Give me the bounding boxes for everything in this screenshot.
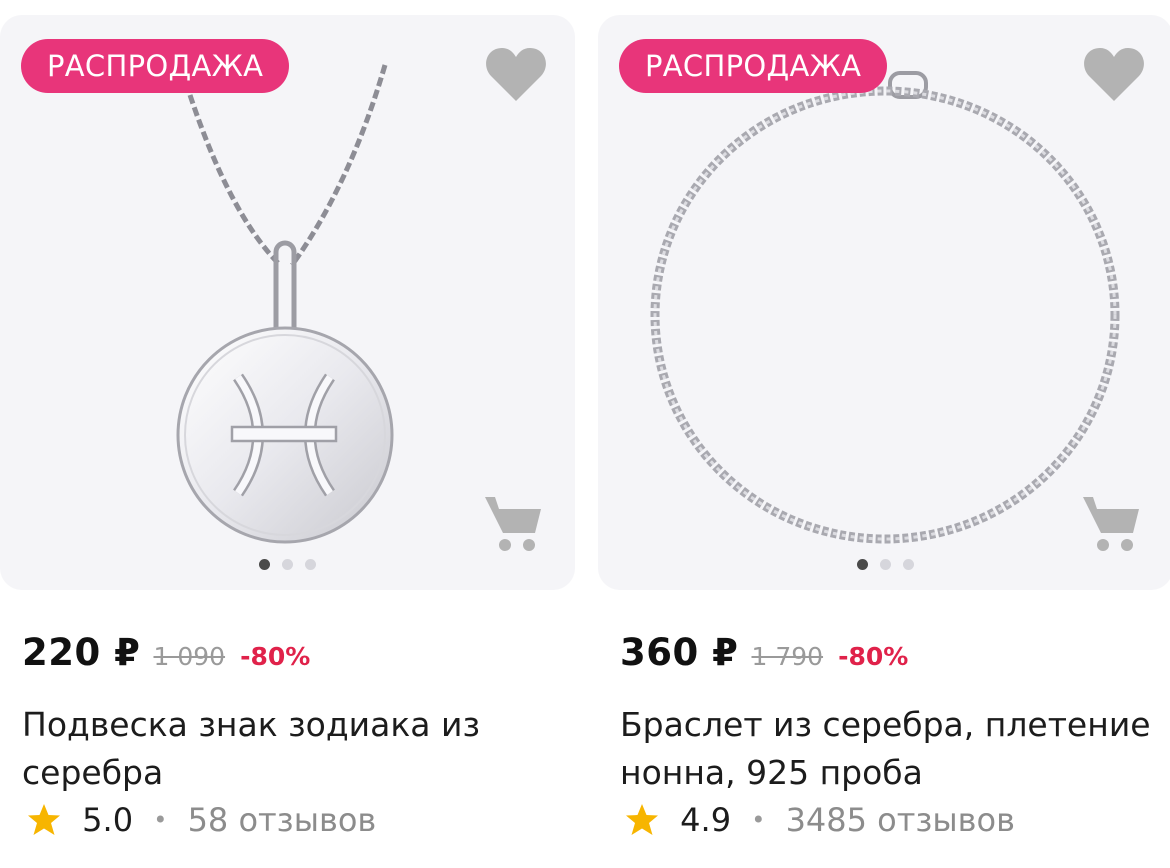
cart-icon[interactable] bbox=[483, 491, 545, 553]
discount-label: -80% bbox=[240, 642, 311, 671]
rating-row[interactable]: 5.0 • 58 отзывов bbox=[26, 799, 376, 839]
pagination-dot-active[interactable] bbox=[259, 559, 270, 570]
heart-icon[interactable] bbox=[485, 45, 547, 103]
reviews-count[interactable]: 3485 отзывов bbox=[786, 801, 1015, 839]
product-image-area[interactable]: РАСПРОДАЖА bbox=[0, 15, 575, 590]
rating-separator: • bbox=[153, 806, 168, 834]
reviews-count[interactable]: 58 отзывов bbox=[188, 801, 377, 839]
old-price: 1 790 bbox=[751, 642, 824, 671]
star-icon bbox=[28, 804, 60, 835]
cart-icon[interactable] bbox=[1081, 491, 1143, 553]
price-row: 360 ₽ 1 790 -80% bbox=[620, 631, 908, 675]
image-pagination bbox=[598, 559, 1170, 570]
rating-row[interactable]: 4.9 • 3485 отзывов bbox=[624, 799, 1015, 839]
old-price: 1 090 bbox=[153, 642, 226, 671]
price-row: 220 ₽ 1 090 -80% bbox=[22, 631, 310, 675]
sale-badge: РАСПРОДАЖА bbox=[619, 39, 888, 93]
pagination-dot[interactable] bbox=[282, 559, 293, 570]
pagination-dot[interactable] bbox=[903, 559, 914, 570]
current-price: 220 ₽ bbox=[22, 631, 141, 674]
sale-badge: РАСПРОДАЖА bbox=[21, 39, 290, 93]
product-image-area[interactable]: РАСПРОДАЖА bbox=[598, 15, 1170, 590]
current-price: 360 ₽ bbox=[620, 631, 739, 674]
heart-icon[interactable] bbox=[1083, 45, 1145, 103]
product-title[interactable]: Подвеска знак зодиака из серебра bbox=[22, 701, 562, 797]
product-title[interactable]: Браслет из серебра, плетение нонна, 925 … bbox=[620, 701, 1160, 797]
rating-separator: • bbox=[751, 806, 766, 834]
rating-score: 5.0 bbox=[82, 801, 134, 839]
pagination-dot[interactable] bbox=[880, 559, 891, 570]
product-card[interactable]: РАСПРОДАЖА 360 ₽ 1 790 -80% Браслет из с… bbox=[598, 15, 1170, 868]
discount-label: -80% bbox=[838, 642, 909, 671]
pagination-dot[interactable] bbox=[305, 559, 316, 570]
rating-score: 4.9 bbox=[680, 801, 732, 839]
pagination-dot-active[interactable] bbox=[857, 559, 868, 570]
image-pagination bbox=[0, 559, 575, 570]
product-card[interactable]: РАСПРОДАЖА 220 ₽ 1 090 -80% Подвеска зна… bbox=[0, 15, 575, 868]
star-icon bbox=[626, 804, 658, 835]
